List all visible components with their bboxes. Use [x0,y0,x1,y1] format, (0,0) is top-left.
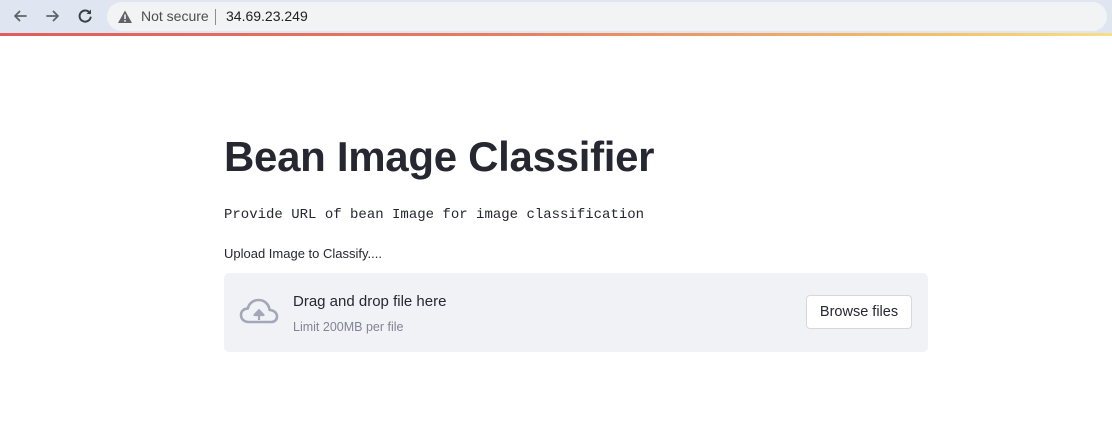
browse-files-button[interactable]: Browse files [806,295,912,329]
reload-button[interactable] [74,5,96,27]
uploader-label: Upload Image to Classify.... [224,246,382,261]
reload-icon [78,9,92,23]
page-title: Bean Image Classifier [224,133,655,180]
url-divider [215,9,216,25]
file-size-limit: Limit 200MB per file [293,320,404,334]
address-bar[interactable]: Not secure 34.69.23.249 [107,2,1107,31]
forward-button[interactable] [42,5,64,27]
file-dropzone[interactable]: Drag and drop file here Limit 200MB per … [224,273,928,352]
dropzone-instruction: Drag and drop file here [293,293,447,310]
cloud-upload-icon [239,298,279,324]
arrow-right-icon [46,10,59,22]
security-status-label[interactable]: Not secure [141,8,209,25]
arrow-left-icon [14,10,27,22]
header-decoration-bar [0,33,1112,36]
back-button[interactable] [9,5,31,27]
browser-toolbar: Not secure 34.69.23.249 [0,0,1112,33]
url-text[interactable]: 34.69.23.249 [226,8,308,25]
description-text: Provide URL of bean Image for image clas… [224,207,645,223]
warning-triangle-icon[interactable] [117,9,133,25]
